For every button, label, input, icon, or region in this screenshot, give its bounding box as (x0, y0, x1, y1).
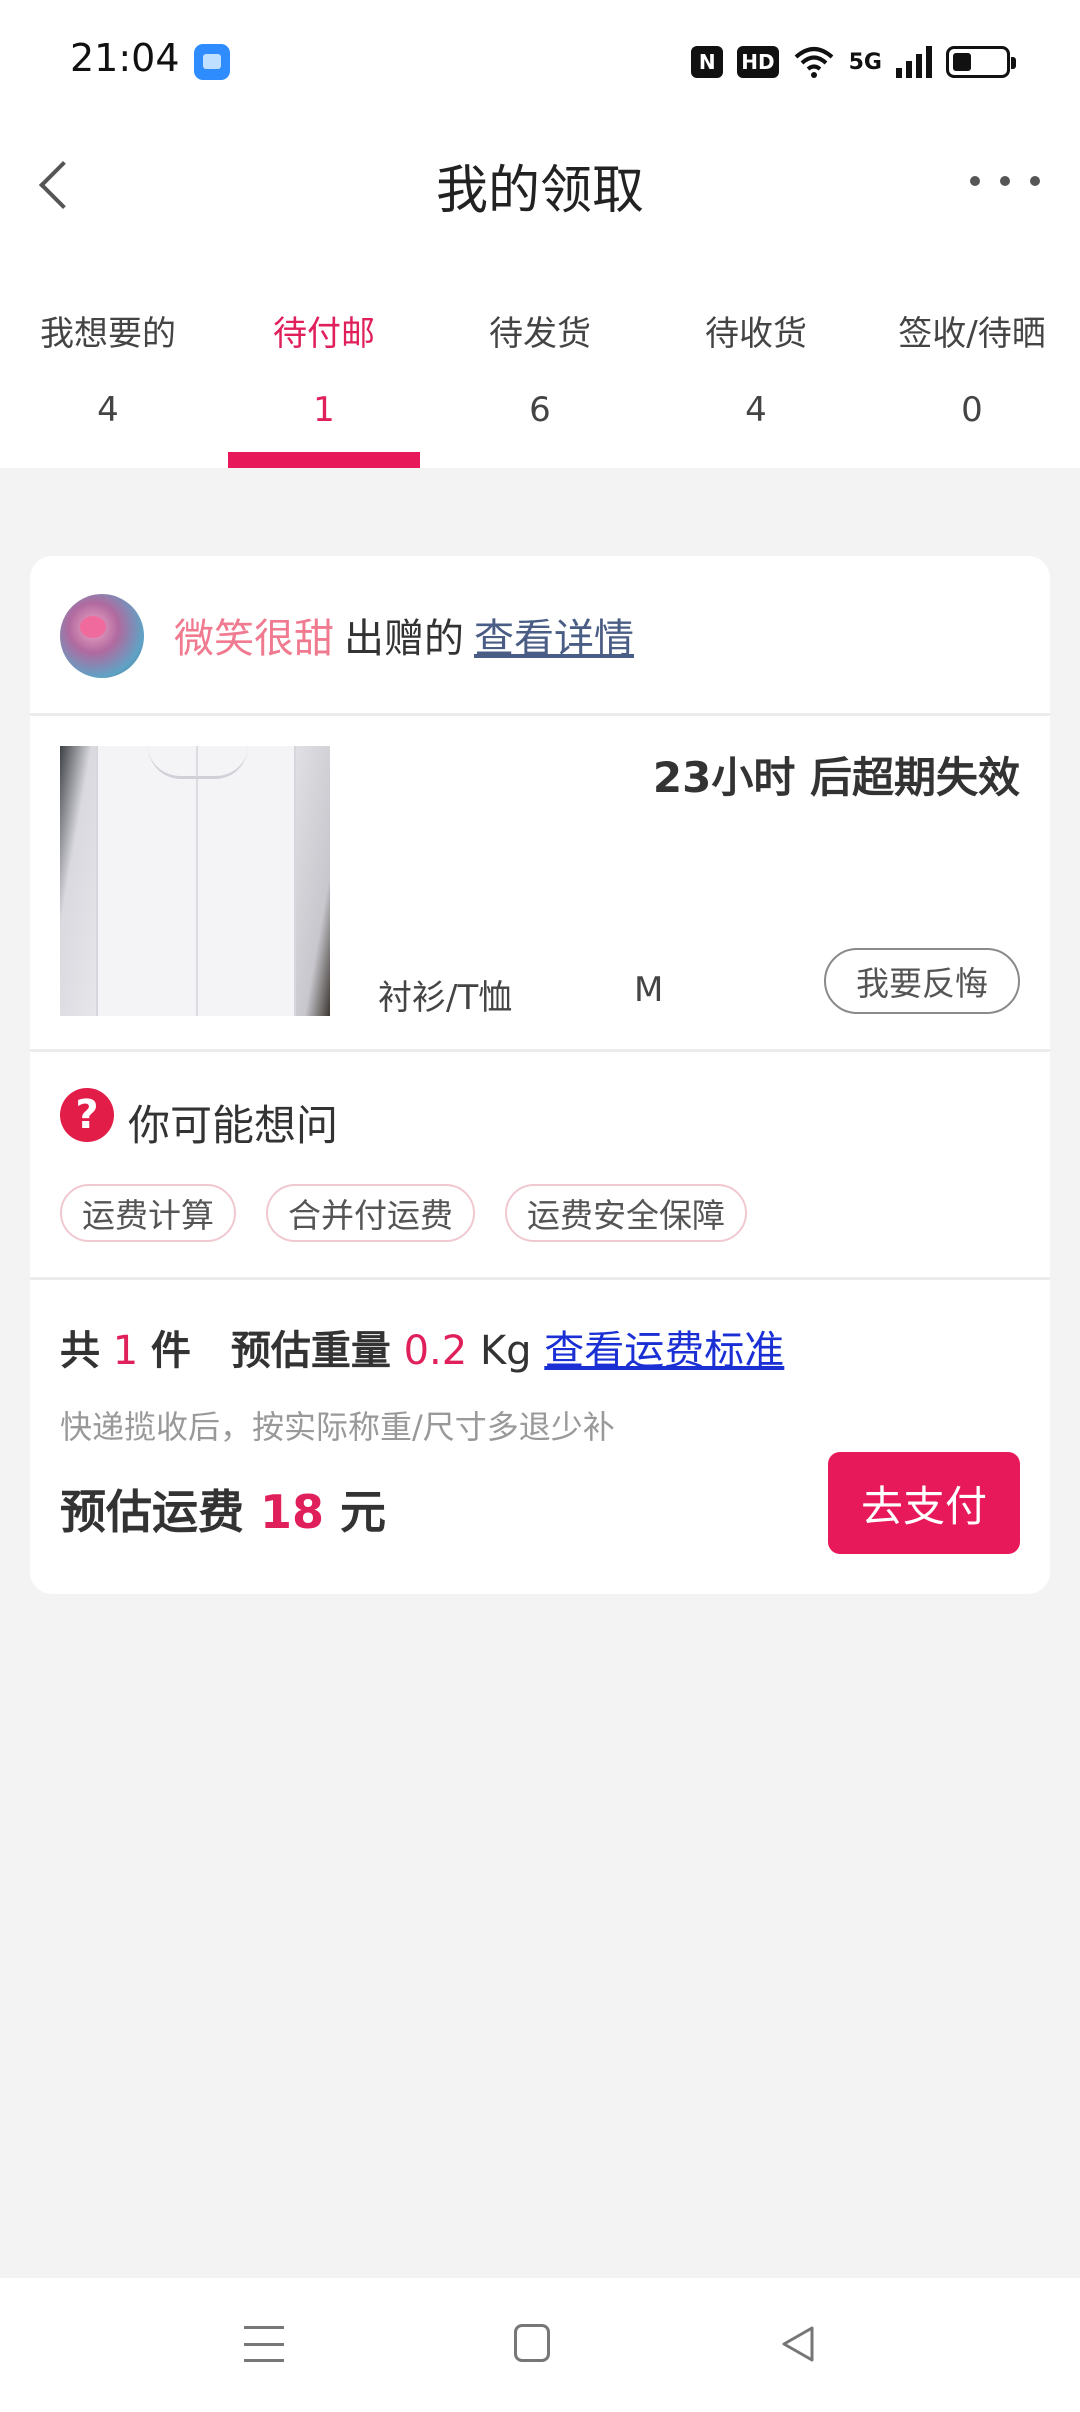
faq-title: 你可能想问 (128, 1101, 339, 1150)
item-count-unit: 件 (150, 1328, 191, 1374)
item-row: 23小时 后超期失效 衬衫/T恤 M 我要反悔 (30, 716, 1050, 1050)
tab-want[interactable]: 我想要的 4 (0, 240, 216, 468)
weight-unit: Kg (479, 1328, 532, 1374)
giver-name[interactable]: 微笑很甜 (174, 616, 334, 662)
screen: 21:04 N HD 5G 我的领取 我想要的 4 待付邮 1 待发货 6 待收… (0, 0, 1080, 2412)
pay-button[interactable]: 去支付 (828, 1452, 1020, 1554)
weight-value: 0.2 (403, 1328, 468, 1374)
regret-button[interactable]: 我要反悔 (824, 948, 1020, 1014)
tab-pending-receipt[interactable]: 待收货 4 (648, 240, 864, 468)
tab-pending-shipment[interactable]: 待发货 6 (432, 240, 648, 468)
tab-label: 待付邮 (273, 314, 375, 354)
expire-countdown: 23小时 后超期失效 (652, 753, 1020, 802)
giver-suffix: 出赠的 (344, 616, 464, 662)
item-count: 1 (112, 1328, 139, 1374)
home-square-icon[interactable] (514, 2324, 550, 2362)
signal-icon (896, 46, 932, 78)
faq-chip-shipping-security[interactable]: 运费安全保障 (505, 1184, 747, 1242)
back-triangle-icon[interactable] (778, 2324, 818, 2364)
more-button[interactable] (970, 156, 1040, 206)
tab-label: 我想要的 (40, 314, 176, 354)
item-image[interactable] (60, 746, 330, 1016)
item-size: M (634, 970, 664, 1010)
tab-label: 签收/待晒 (898, 314, 1046, 354)
shirt-image (96, 746, 296, 1016)
status-bar: 21:04 N HD 5G (0, 0, 1080, 120)
more-dots-icon (970, 176, 980, 186)
question-icon: ? (60, 1088, 114, 1142)
shipping-summary: 共 1 件预估重量 0.2 Kg 查看运费标准 快递揽收后，按实际称重/尺寸多退… (30, 1280, 1050, 1594)
faq-chip-shipping-calc[interactable]: 运费计算 (60, 1184, 236, 1242)
system-nav-bar (0, 2278, 1080, 2412)
summary-line: 共 1 件预估重量 0.2 Kg 查看运费标准 (60, 1318, 784, 1376)
hd-icon: HD (737, 46, 779, 78)
fee-label: 预估运费 (60, 1485, 244, 1539)
tab-pending-postage[interactable]: 待付邮 1 (216, 240, 432, 468)
tab-label: 待收货 (705, 314, 807, 354)
status-icons: N HD 5G (691, 40, 1016, 84)
tab-count: 4 (97, 390, 119, 430)
faq-section: ? 你可能想问 运费计算 合并付运费 运费安全保障 (30, 1052, 1050, 1278)
total-prefix: 共 (60, 1328, 100, 1374)
fee-unit: 元 (340, 1485, 387, 1539)
menu-icon[interactable] (244, 2326, 284, 2362)
order-card: 微笑很甜 出赠的 查看详情 23小时 后超期失效 衬衫/T恤 M 我要反悔 ? 你可… (30, 556, 1050, 1594)
app-notification-icon (194, 44, 230, 80)
status-time: 21:04 (70, 36, 180, 80)
tab-count: 1 (313, 390, 335, 430)
item-category: 衬衫/T恤 (378, 978, 513, 1018)
wifi-icon (794, 47, 833, 78)
tab-label: 待发货 (489, 314, 591, 354)
header: 我的领取 (0, 120, 1080, 240)
tab-count: 6 (529, 390, 551, 430)
tab-count: 0 (961, 390, 983, 430)
weight-label: 预估重量 (230, 1328, 391, 1374)
nfc-icon: N (691, 46, 724, 78)
battery-icon (946, 46, 1016, 78)
shipping-standard-link[interactable]: 查看运费标准 (544, 1328, 784, 1374)
fee-value: 18 (260, 1485, 325, 1539)
network-type-label: 5G (848, 49, 882, 75)
giver-row: 微笑很甜 出赠的 查看详情 (30, 556, 1050, 714)
avatar[interactable] (60, 594, 144, 678)
weight-note: 快递揽收后，按实际称重/尺寸多退少补 (60, 1408, 615, 1446)
faq-chips: 运费计算 合并付运费 运费安全保障 (60, 1184, 747, 1242)
view-details-link[interactable]: 查看详情 (474, 616, 634, 662)
battery-fill (953, 53, 971, 71)
page-title: 我的领取 (435, 161, 644, 221)
fee-line: 预估运费 18 元 (60, 1476, 386, 1542)
active-tab-indicator (228, 452, 420, 468)
tab-signed[interactable]: 签收/待晒 0 (864, 240, 1080, 468)
tab-count: 4 (745, 390, 767, 430)
status-tabs: 我想要的 4 待付邮 1 待发货 6 待收货 4 签收/待晒 0 (0, 240, 1080, 468)
faq-chip-merge-shipping[interactable]: 合并付运费 (266, 1184, 475, 1242)
